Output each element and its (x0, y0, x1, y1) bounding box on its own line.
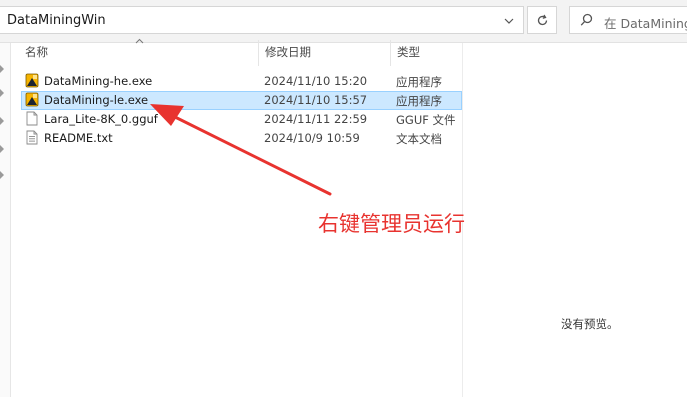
annotation-text: 右键管理员运行 (318, 212, 465, 236)
annotation-arrow (150, 104, 332, 196)
